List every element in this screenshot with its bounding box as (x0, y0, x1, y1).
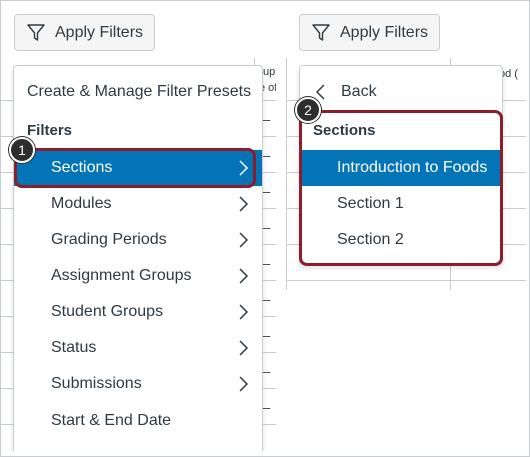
cell-value: – (263, 184, 271, 199)
cell-value: – (263, 148, 271, 163)
chevron-right-icon (239, 232, 249, 248)
chevron-right-icon (239, 340, 249, 356)
column-header-fragment: up (263, 66, 276, 78)
filters-heading: Filters (27, 122, 73, 139)
apply-filters-button[interactable]: Apply Filters (299, 14, 440, 51)
create-manage-presets-label: Create & Manage Filter Presets (27, 83, 252, 100)
chevron-right-icon (239, 268, 249, 284)
menu-item-assignment-groups[interactable]: Assignment Groups (14, 258, 262, 294)
chevron-right-icon (239, 196, 249, 212)
cell-value: – (263, 220, 271, 235)
back-button[interactable]: Back (300, 74, 502, 110)
menu-item-label: Status (51, 339, 97, 356)
left-panel: up e of – – – – – – – – – Apply Filters … (0, 0, 276, 451)
menu-item-student-groups[interactable]: Student Groups (14, 294, 262, 330)
cell-value: – (263, 112, 271, 127)
apply-filters-label: Apply Filters (55, 23, 144, 41)
cell-value: – (263, 292, 271, 307)
filters-menu: Create & Manage Filter Presets Filters S… (13, 65, 263, 451)
cell-value: – (263, 328, 271, 343)
menu-item-label: Modules (51, 195, 112, 212)
menu-item-label: Grading Periods (51, 231, 167, 248)
callout-highlight (299, 110, 503, 266)
filter-funnel-icon (27, 23, 45, 41)
filter-funnel-icon (312, 23, 330, 41)
menu-item-label: Start & End Date (51, 412, 172, 429)
apply-filters-button[interactable]: Apply Filters (14, 14, 155, 51)
chevron-right-icon (239, 304, 249, 320)
cell-value: – (263, 400, 271, 415)
menu-item-modules[interactable]: Modules (14, 186, 262, 222)
cell-value: – (263, 364, 271, 379)
menu-item-status[interactable]: Status (14, 330, 262, 366)
back-label: Back (341, 83, 377, 100)
callout-badge-2: 2 (295, 97, 321, 123)
chevron-right-icon (239, 376, 249, 392)
menu-item-submissions[interactable]: Submissions (14, 366, 262, 402)
callout-highlight (14, 148, 256, 188)
menu-item-start-end-date[interactable]: Start & End Date (14, 403, 262, 439)
right-panel: od ( Apply Filters Back Sections Introdu… (286, 0, 526, 290)
menu-item-label: Submissions (51, 375, 142, 392)
cell-value: – (263, 256, 271, 271)
create-manage-presets-link[interactable]: Create & Manage Filter Presets (14, 74, 262, 110)
callout-badge-1: 1 (9, 137, 35, 163)
apply-filters-label: Apply Filters (340, 23, 429, 41)
menu-item-grading-periods[interactable]: Grading Periods (14, 222, 262, 258)
menu-item-label: Assignment Groups (51, 267, 192, 284)
menu-item-label: Student Groups (51, 303, 164, 320)
